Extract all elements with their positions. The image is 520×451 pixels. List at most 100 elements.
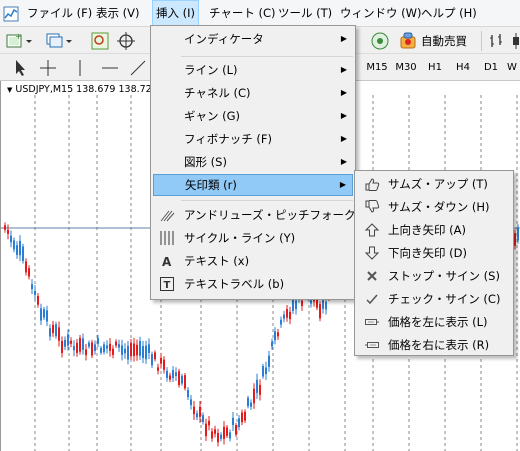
candle-body bbox=[133, 343, 135, 356]
menu-item-thumbs-down[interactable]: サムズ・ダウン (H) bbox=[357, 196, 511, 218]
symbol-dropdown-icon[interactable]: ▼ bbox=[7, 86, 12, 94]
menu-item-stop-sign[interactable]: ストップ・サイン (S) bbox=[357, 265, 511, 287]
menu-item-lines[interactable]: ライン (L) ▶ bbox=[153, 59, 353, 81]
menu-item-cycle-lines[interactable]: サイクル・ライン (Y) bbox=[153, 227, 353, 249]
timeframe-w1[interactable]: W bbox=[502, 58, 520, 78]
menu-chart[interactable]: チャート (C) bbox=[206, 0, 279, 27]
menu-item-label: テキストラベル (b) bbox=[184, 277, 285, 291]
menu-item-indicators[interactable]: インディケータ ▶ bbox=[153, 28, 353, 50]
crosshair-tool-icon[interactable] bbox=[38, 58, 58, 78]
menu-item-andrews-pitchfork[interactable]: アンドリューズ・ピッチフォーク (A) bbox=[153, 204, 376, 226]
candle-body bbox=[283, 314, 285, 319]
menu-item-arrows[interactable]: 矢印類 (r) ▶ bbox=[153, 174, 353, 196]
menu-item-arrow-down[interactable]: 下向き矢印 (D) bbox=[357, 242, 511, 264]
candle-chart-icon[interactable] bbox=[510, 31, 520, 51]
trend-line-icon[interactable] bbox=[128, 58, 148, 78]
candle-body bbox=[109, 343, 111, 351]
menu-file[interactable]: ファイル (F) bbox=[24, 0, 95, 27]
crosshair-icon[interactable] bbox=[116, 31, 136, 51]
timeframe-m15[interactable]: M15 bbox=[362, 58, 392, 78]
menu-item-text[interactable]: A テキスト (x) bbox=[153, 250, 353, 272]
candle-body bbox=[151, 354, 153, 366]
menu-item-price-right[interactable]: 価格を右に表示 (R) bbox=[357, 334, 511, 356]
submenu-arrow-icon: ▶ bbox=[340, 111, 347, 120]
candle-body bbox=[49, 328, 51, 337]
candle-body bbox=[52, 324, 54, 334]
candle-body bbox=[166, 370, 168, 378]
text-icon: A bbox=[162, 255, 172, 269]
menu-item-label: インディケータ bbox=[184, 32, 264, 46]
bar-chart-icon[interactable] bbox=[487, 31, 507, 51]
menu-item-check-sign[interactable]: チェック・サイン (C) bbox=[357, 288, 511, 310]
candle-body bbox=[64, 339, 66, 347]
submenu-arrow-icon: ▶ bbox=[340, 34, 347, 43]
chart-symbol-label: ▼ USDJPY,M15 138.679 138.727 bbox=[7, 84, 158, 95]
menu-item-channels[interactable]: チャネル (C) ▶ bbox=[153, 82, 353, 104]
zoom-icon[interactable] bbox=[90, 31, 110, 51]
candle-body bbox=[196, 413, 198, 418]
candle-body bbox=[181, 375, 183, 384]
candle-body bbox=[70, 340, 72, 344]
menu-item-arrow-up[interactable]: 上向き矢印 (A) bbox=[357, 219, 511, 241]
candle-body bbox=[325, 301, 327, 310]
symbol-info: USDJPY,M15 138.679 138.727 bbox=[15, 84, 158, 95]
candle-body bbox=[31, 284, 33, 290]
candle-body bbox=[46, 310, 48, 322]
menu-bar: ファイル (F) 表示 (V) 挿入 (I) チャート (C) ツール (T) … bbox=[0, 0, 520, 27]
candle-body bbox=[79, 337, 81, 352]
timeframe-m30[interactable]: M30 bbox=[391, 58, 421, 78]
candle-body bbox=[139, 341, 141, 356]
candle-body bbox=[253, 388, 255, 404]
menu-item-shapes[interactable]: 図形 (S) ▶ bbox=[153, 151, 353, 173]
menu-item-label: チェック・サイン (C) bbox=[388, 292, 501, 306]
candle-body bbox=[103, 344, 105, 353]
candle-body bbox=[4, 225, 6, 230]
candle-body bbox=[91, 342, 93, 356]
menu-item-thumbs-up[interactable]: サムズ・アップ (T) bbox=[357, 173, 511, 195]
profiles-icon[interactable] bbox=[46, 32, 74, 50]
menu-item-price-left[interactable]: 価格を左に表示 (L) bbox=[357, 311, 511, 333]
candle-body bbox=[190, 399, 192, 406]
candle-body bbox=[310, 300, 312, 304]
candle-body bbox=[55, 324, 57, 337]
candle-body bbox=[172, 370, 174, 378]
candle-body bbox=[205, 423, 207, 437]
menu-view[interactable]: 表示 (V) bbox=[93, 0, 143, 27]
pitchfork-icon bbox=[160, 210, 175, 222]
candle-body bbox=[220, 434, 222, 439]
menu-item-label: ライン (L) bbox=[184, 63, 238, 77]
menu-item-gann[interactable]: ギャン (G) ▶ bbox=[153, 105, 353, 127]
menu-item-fibonacci[interactable]: フィボナッチ (F) ▶ bbox=[153, 128, 353, 150]
auto-trading-label[interactable]: 自動売買 bbox=[421, 31, 467, 51]
candle-body bbox=[67, 334, 69, 346]
candle-body bbox=[175, 372, 177, 376]
candle-body bbox=[115, 341, 117, 346]
candle-body bbox=[217, 432, 219, 443]
candle-body bbox=[301, 300, 303, 306]
stop-sign-icon bbox=[367, 271, 377, 281]
candle-body bbox=[517, 227, 519, 241]
timeframe-h4[interactable]: H4 bbox=[448, 58, 478, 78]
menu-window[interactable]: ウィンドウ (W) bbox=[337, 0, 425, 27]
candle-body bbox=[274, 331, 276, 341]
vertical-line-icon[interactable] bbox=[70, 58, 90, 78]
candle-body bbox=[256, 379, 258, 393]
menu-item-label: ストップ・サイン (S) bbox=[388, 269, 500, 283]
menu-item-label: サムズ・アップ (T) bbox=[388, 177, 488, 191]
signals-icon[interactable] bbox=[370, 31, 390, 51]
menu-insert[interactable]: 挿入 (I) bbox=[152, 0, 200, 27]
candle-body bbox=[247, 397, 249, 407]
candle-body bbox=[160, 357, 162, 364]
horizontal-line-icon[interactable] bbox=[100, 58, 120, 78]
cursor-icon[interactable] bbox=[11, 58, 29, 78]
menu-item-text-label[interactable]: T テキストラベル (b) bbox=[153, 273, 353, 295]
candle-body bbox=[259, 384, 261, 395]
app-icon bbox=[3, 6, 19, 22]
new-chart-icon[interactable]: + bbox=[6, 32, 34, 50]
auto-trading-icon[interactable] bbox=[398, 31, 418, 51]
submenu-arrow-icon: ▶ bbox=[340, 88, 347, 97]
menu-tools[interactable]: ツール (T) bbox=[275, 0, 335, 27]
timeframe-h1[interactable]: H1 bbox=[420, 58, 450, 78]
menu-help[interactable]: ヘルプ (H) bbox=[418, 0, 480, 27]
candle-body bbox=[10, 235, 12, 243]
